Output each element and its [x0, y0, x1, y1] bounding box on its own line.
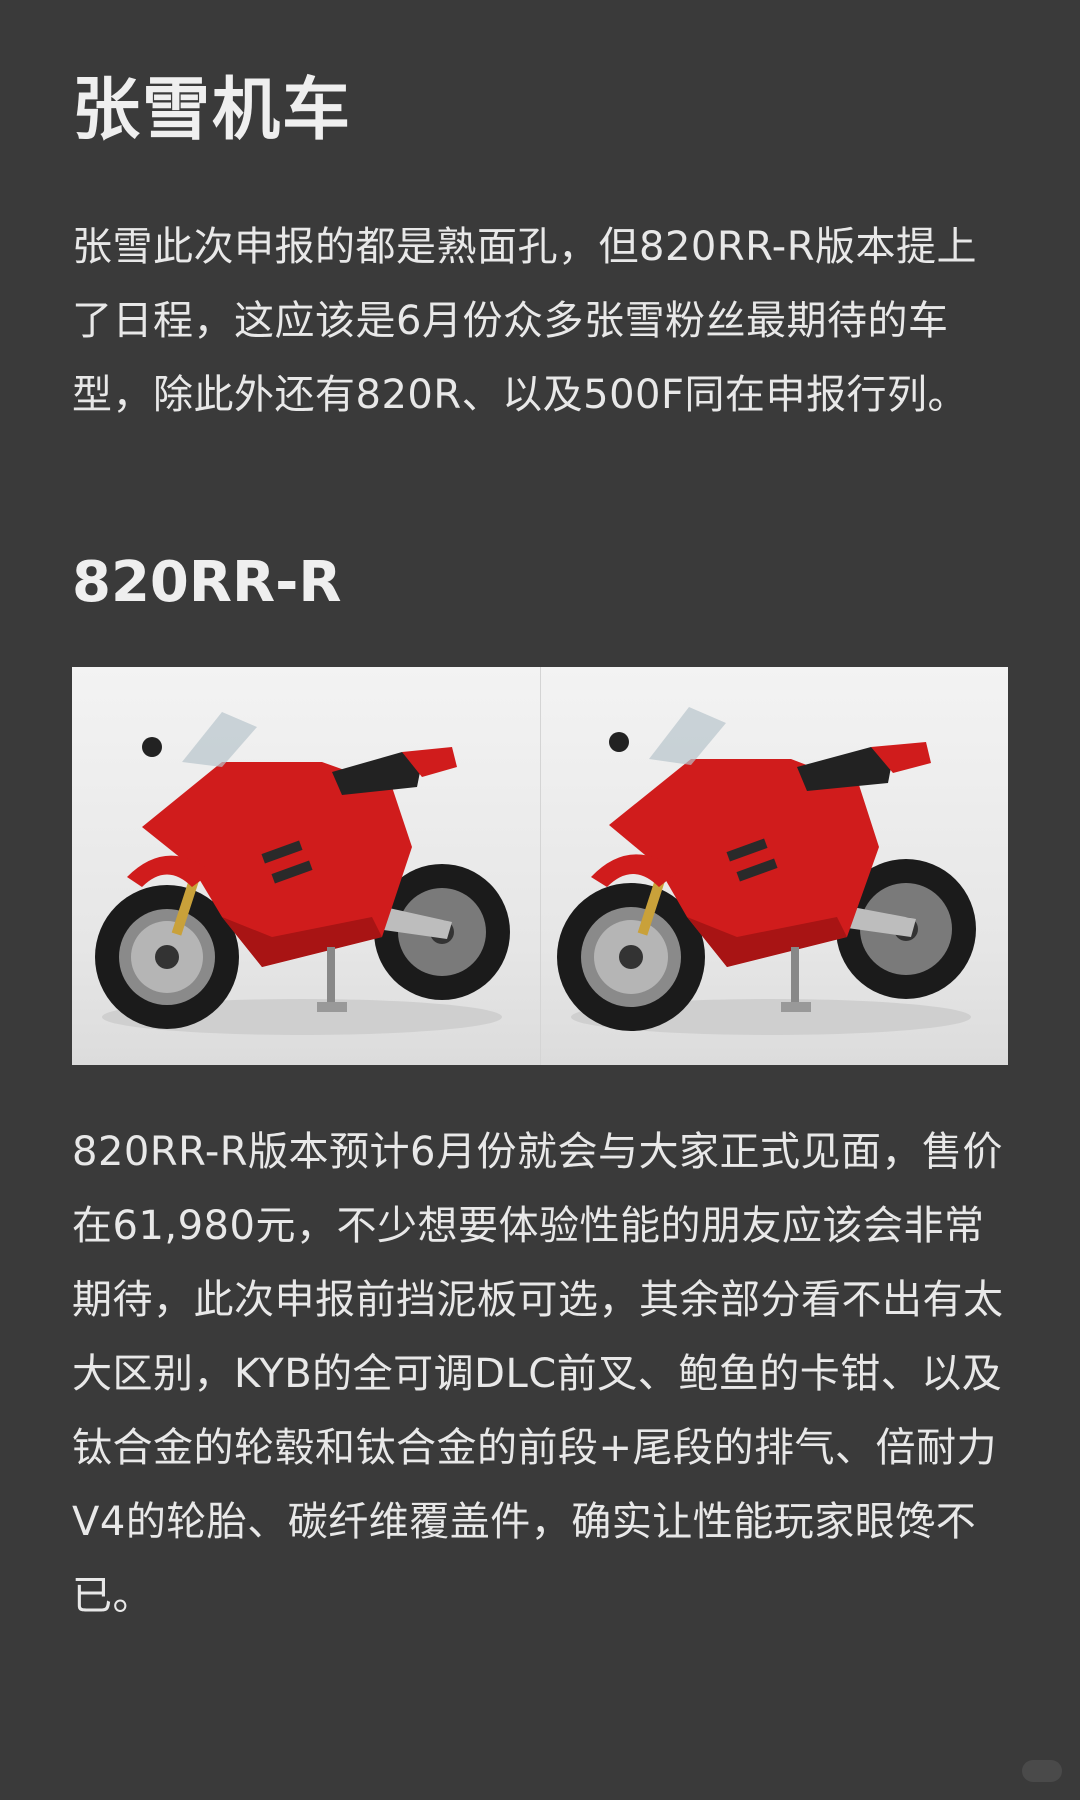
watermark-icon — [1022, 1760, 1062, 1782]
motorcycle-image-right — [539, 667, 1008, 1065]
body-paragraph: 820RR-R版本预计6月份就会与大家正式见面，售价在61,980元，不少想要体… — [72, 1129, 1004, 1619]
motorcycle-image-left — [72, 667, 540, 1065]
intro-paragraph: 张雪此次申报的都是熟面孔，但820RR-R版本提上了日程，这应该是6月份众多张雪… — [72, 224, 978, 418]
motorcycle-photo — [72, 667, 1008, 1065]
article-title: 张雪机车 — [72, 71, 353, 150]
section-title: 820RR-R — [72, 550, 342, 615]
